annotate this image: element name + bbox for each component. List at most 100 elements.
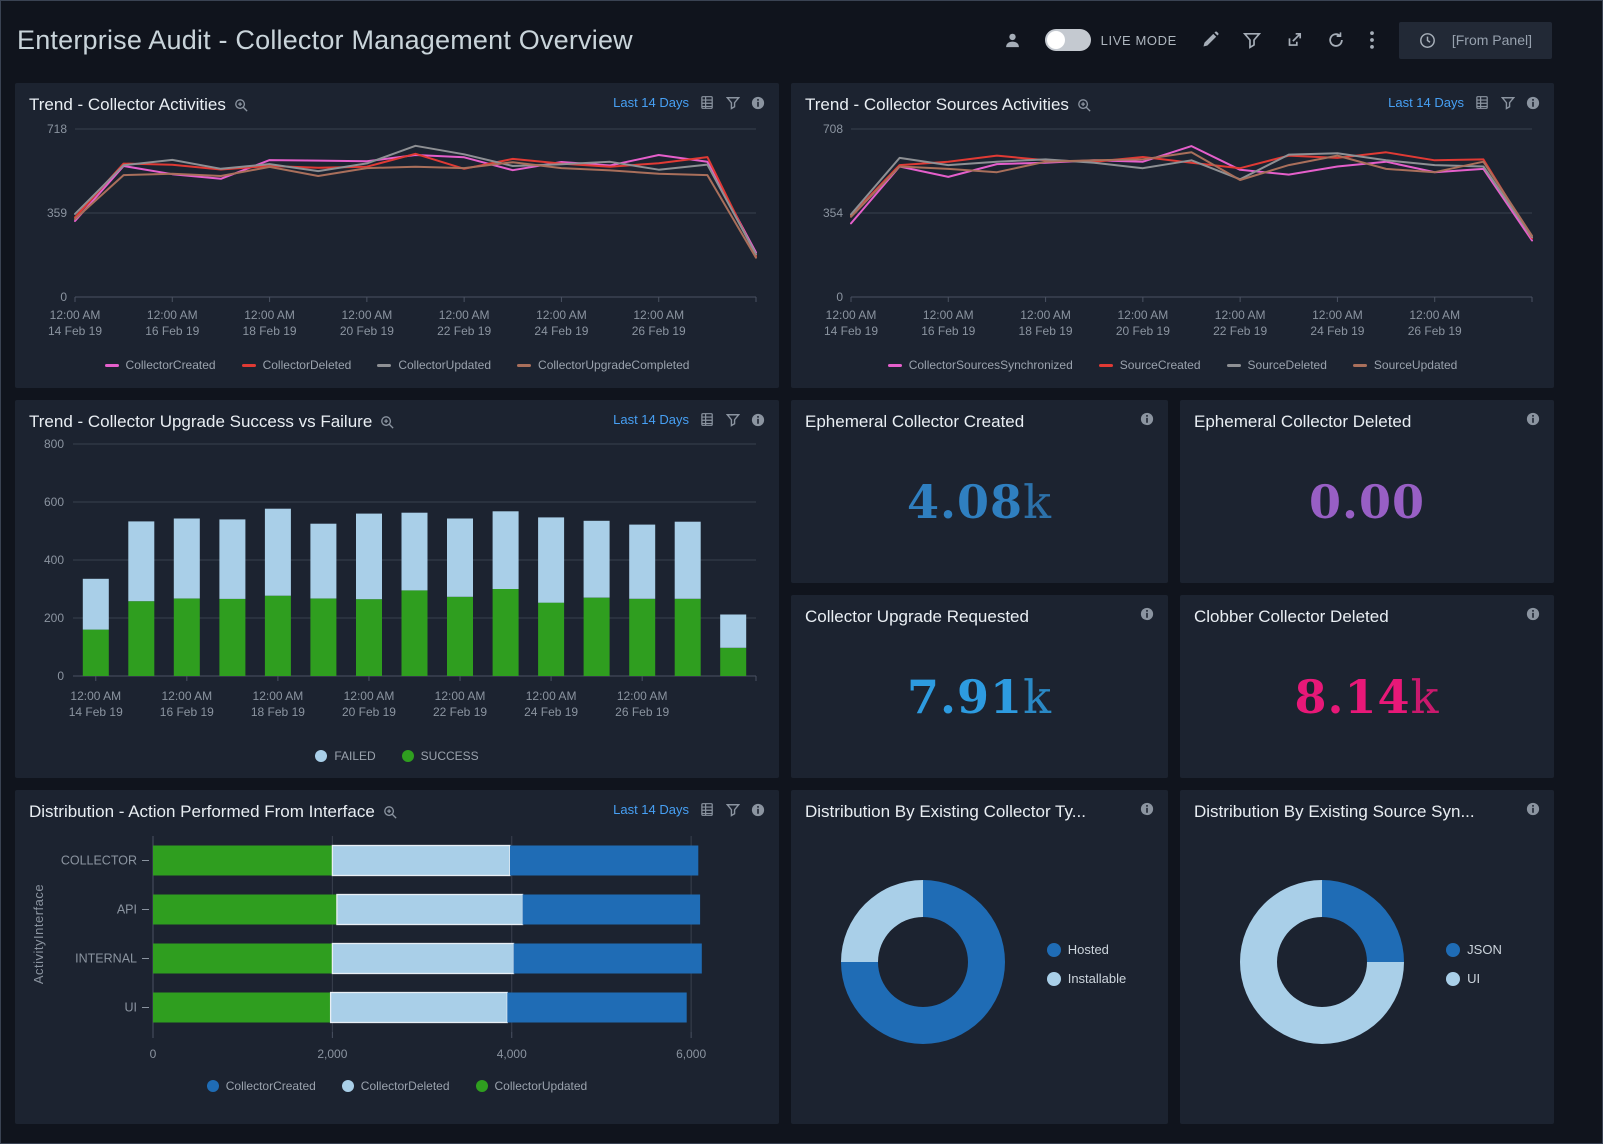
svg-text:0: 0 [150, 1047, 157, 1061]
svg-text:12:00 AM: 12:00 AM [536, 308, 587, 322]
legend-swatch [402, 750, 414, 762]
live-mode-toggle[interactable] [1045, 29, 1091, 51]
stat-panel-grid: Ephemeral Collector Created 4.08k Epheme… [791, 400, 1554, 778]
filter-icon[interactable] [1243, 31, 1261, 49]
donut-chart-source-sync[interactable] [1232, 872, 1412, 1057]
time-range-link[interactable]: Last 14 Days [613, 412, 689, 427]
stat-value: 8.14k [1295, 670, 1440, 724]
legend-item[interactable]: SourceUpdated [1353, 358, 1457, 372]
legend-item[interactable]: SourceCreated [1099, 358, 1201, 372]
legend-item[interactable]: Hosted [1047, 942, 1127, 957]
legend-swatch [1446, 943, 1460, 957]
donut-chart-collector-type[interactable] [833, 872, 1013, 1057]
svg-text:24 Feb 19: 24 Feb 19 [1310, 324, 1364, 338]
svg-text:18 Feb 19: 18 Feb 19 [1019, 324, 1073, 338]
legend-label: CollectorSourcesSynchronized [909, 358, 1073, 372]
panel-action-performed-from-interface: Distribution - Action Performed From Int… [15, 790, 779, 1124]
panel-clobber-collector-deleted: Clobber Collector Deleted 8.14k [1180, 595, 1554, 778]
refresh-icon[interactable] [1327, 31, 1345, 49]
donut-panel-grid: Distribution By Existing Collector Ty...… [791, 790, 1554, 1124]
user-icon[interactable] [1004, 32, 1021, 49]
legend-swatch [377, 364, 391, 367]
legend-item[interactable]: CollectorUpdated [476, 1079, 588, 1093]
legend-item[interactable]: CollectorDeleted [242, 358, 352, 372]
filter-icon[interactable] [726, 803, 740, 817]
info-icon[interactable] [1140, 802, 1154, 816]
chart-legend: CollectorCreated CollectorDeleted Collecto… [29, 1079, 765, 1093]
svg-text:ActivityInterface: ActivityInterface [31, 884, 46, 984]
legend-swatch [1227, 364, 1241, 367]
legend-label: CollectorDeleted [361, 1079, 450, 1093]
legend-swatch [1099, 364, 1113, 367]
stat-title: Ephemeral Collector Created [805, 412, 1024, 432]
legend-label: Hosted [1068, 942, 1109, 957]
svg-text:24 Feb 19: 24 Feb 19 [534, 324, 588, 338]
legend-item[interactable]: CollectorUpgradeCompleted [517, 358, 689, 372]
svg-text:200: 200 [44, 611, 64, 625]
stat-value: 4.08k [907, 475, 1052, 529]
legend-item[interactable]: CollectorUpdated [377, 358, 491, 372]
panel-ephemeral-collector-deleted: Ephemeral Collector Deleted 0.00 [1180, 400, 1554, 583]
panel-ephemeral-collector-created: Ephemeral Collector Created 4.08k [791, 400, 1168, 583]
svg-text:12:00 AM: 12:00 AM [50, 308, 101, 322]
legend-item[interactable]: CollectorDeleted [342, 1079, 450, 1093]
legend-item[interactable]: JSON [1446, 942, 1502, 957]
table-view-icon[interactable] [700, 802, 715, 817]
svg-text:718: 718 [47, 122, 67, 136]
info-icon[interactable] [1526, 412, 1540, 426]
legend-swatch [315, 750, 327, 762]
legend-swatch [1047, 943, 1061, 957]
legend-label: CollectorUpgradeCompleted [538, 358, 689, 372]
legend-label: CollectorCreated [226, 1079, 316, 1093]
panel-upgrade-success-failure: Trend - Collector Upgrade Success vs Fai… [15, 400, 779, 778]
time-range-link[interactable]: Last 14 Days [1388, 95, 1464, 110]
share-icon[interactable] [1285, 31, 1303, 49]
svg-text:0: 0 [836, 290, 843, 304]
line-chart-collector-sources[interactable]: 035470812:00 AM14 Feb 1912:00 AM16 Feb 1… [805, 115, 1540, 354]
filter-icon[interactable] [1501, 96, 1515, 110]
filter-icon[interactable] [726, 413, 740, 427]
filter-icon[interactable] [726, 96, 740, 110]
hbar-chart-action-interface[interactable]: 02,0004,0006,000COLLECTORAPIINTERNALUIAc… [29, 822, 765, 1075]
svg-text:26 Feb 19: 26 Feb 19 [632, 324, 686, 338]
svg-text:12:00 AM: 12:00 AM [70, 689, 121, 703]
legend-item[interactable]: CollectorSourcesSynchronized [888, 358, 1073, 372]
chart-legend: CollectorSourcesSynchronized SourceCreate… [805, 358, 1540, 372]
info-icon[interactable] [751, 413, 765, 427]
stat-title: Collector Upgrade Requested [805, 607, 1029, 627]
svg-text:26 Feb 19: 26 Feb 19 [1408, 324, 1462, 338]
line-chart-collector-activities[interactable]: 035971812:00 AM14 Feb 1912:00 AM16 Feb 1… [29, 115, 765, 354]
legend-item[interactable]: UI [1446, 971, 1502, 986]
svg-text:12:00 AM: 12:00 AM [617, 689, 668, 703]
legend-item[interactable]: CollectorCreated [207, 1079, 316, 1093]
legend-item[interactable]: Installable [1047, 971, 1127, 986]
time-range-selector[interactable]: [From Panel] [1399, 22, 1552, 59]
legend-item[interactable]: SourceDeleted [1227, 358, 1327, 372]
info-icon[interactable] [1526, 607, 1540, 621]
legend-item[interactable]: CollectorCreated [105, 358, 216, 372]
info-icon[interactable] [1140, 412, 1154, 426]
info-icon[interactable] [1140, 607, 1154, 621]
time-range-link[interactable]: Last 14 Days [613, 802, 689, 817]
info-icon[interactable] [1526, 802, 1540, 816]
svg-text:18 Feb 19: 18 Feb 19 [243, 324, 297, 338]
info-icon[interactable] [751, 96, 765, 110]
magnifier-icon[interactable] [380, 415, 395, 430]
legend-item[interactable]: FAILED [315, 749, 375, 763]
svg-text:12:00 AM: 12:00 AM [923, 308, 974, 322]
info-icon[interactable] [1526, 96, 1540, 110]
time-range-link[interactable]: Last 14 Days [613, 95, 689, 110]
stacked-bar-chart-upgrades[interactable]: 020040060080012:00 AM14 Feb 1912:00 AM16… [29, 432, 765, 745]
info-icon[interactable] [751, 803, 765, 817]
table-view-icon[interactable] [1475, 95, 1490, 110]
magnifier-icon[interactable] [383, 805, 398, 820]
legend-item[interactable]: SUCCESS [402, 749, 479, 763]
table-view-icon[interactable] [700, 95, 715, 110]
magnifier-icon[interactable] [234, 98, 249, 113]
svg-text:16 Feb 19: 16 Feb 19 [160, 705, 214, 719]
svg-text:20 Feb 19: 20 Feb 19 [342, 705, 396, 719]
kebab-menu-icon[interactable] [1369, 30, 1375, 50]
edit-pencil-icon[interactable] [1201, 31, 1219, 49]
table-view-icon[interactable] [700, 412, 715, 427]
magnifier-icon[interactable] [1077, 98, 1092, 113]
